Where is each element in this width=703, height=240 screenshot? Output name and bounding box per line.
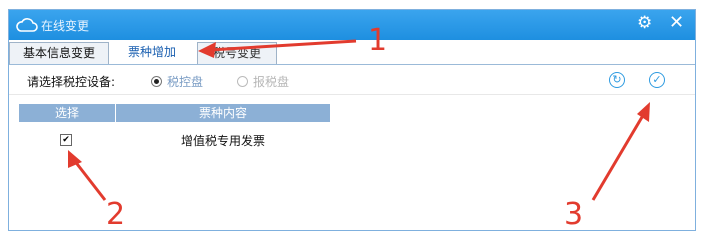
annotation-arrow-3 [591, 111, 647, 201]
annotation-number-3: 3 [564, 197, 583, 232]
annotation-overlay: 1 2 3 [68, 23, 650, 232]
annotation-number-1: 1 [368, 23, 387, 58]
annotation-number-2: 2 [106, 197, 125, 232]
annotation-arrowhead-1 [198, 42, 216, 58]
annotation-arrowhead-3 [637, 102, 650, 122]
annotation-arrow-1 [209, 39, 357, 52]
annotation-arrow-2 [72, 159, 107, 201]
